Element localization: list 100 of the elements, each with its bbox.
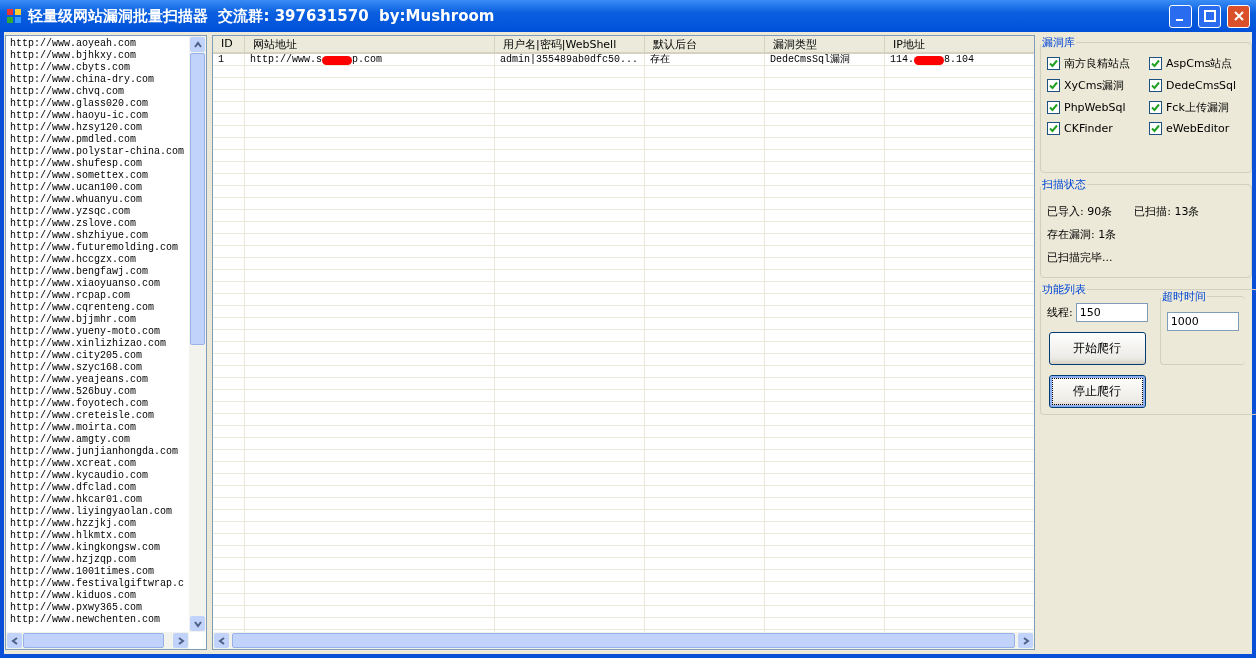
url-item[interactable]: http://www.kingkongsw.com [10, 542, 189, 554]
url-item[interactable]: http://www.rcpap.com [10, 290, 189, 302]
url-item[interactable]: http://www.whuanyu.com [10, 194, 189, 206]
url-item[interactable]: http://www.yueny-moto.com [10, 326, 189, 338]
checkbox[interactable] [1047, 101, 1060, 114]
url-item[interactable]: http://www.dfclad.com [10, 482, 189, 494]
url-item[interactable]: http://www.pxwy365.com [10, 602, 189, 614]
url-item[interactable]: http://www.chvq.com [10, 86, 189, 98]
url-item[interactable]: http://www.aoyeah.com [10, 38, 189, 50]
vertical-scrollbar[interactable] [189, 36, 206, 632]
url-item[interactable]: http://www.hkcar01.com [10, 494, 189, 506]
checkbox[interactable] [1047, 57, 1060, 70]
column-header[interactable]: 网站地址 [245, 36, 495, 54]
column-header[interactable]: 漏洞类型 [765, 36, 885, 54]
imported-count: 已导入: 90条 [1047, 204, 1113, 219]
url-item[interactable]: http://www.bjjmhr.com [10, 314, 189, 326]
url-item[interactable]: http://www.glass020.com [10, 98, 189, 110]
group-title: 扫描状态 [1041, 177, 1087, 192]
threads-label: 线程: [1047, 305, 1073, 320]
url-item[interactable]: http://www.hzjzqp.com [10, 554, 189, 566]
column-header[interactable]: ID [213, 36, 245, 54]
url-item[interactable]: http://www.hzsy120.com [10, 122, 189, 134]
url-item[interactable]: http://www.hlkmtx.com [10, 530, 189, 542]
status-message: 已扫描完毕... [1047, 250, 1114, 265]
checkbox-label: CKFinder [1064, 122, 1113, 135]
checkbox-label: DedeCmsSql [1166, 79, 1237, 92]
checkbox-label: eWebEditor [1166, 122, 1230, 135]
horizontal-scrollbar[interactable] [6, 632, 189, 649]
url-item[interactable]: http://www.kycaudio.com [10, 470, 189, 482]
url-item[interactable]: http://www.futuremolding.com [10, 242, 189, 254]
redaction-mark [914, 55, 944, 65]
threads-field[interactable]: 150 [1075, 303, 1148, 322]
chevron-icon [192, 39, 203, 50]
table-cell: admin|355489ab0dfc50... [495, 54, 645, 66]
column-header[interactable]: 默认后台 [645, 36, 765, 54]
url-item[interactable]: http://www.bjhkxy.com [10, 50, 189, 62]
url-item[interactable]: http://www.1001times.com [10, 566, 189, 578]
url-item[interactable]: http://www.yzsqc.com [10, 206, 189, 218]
column-header[interactable]: 用户名|密码|WebShell [495, 36, 645, 54]
url-item[interactable]: http://www.newchenten.com [10, 614, 189, 626]
checkbox[interactable] [1149, 57, 1162, 70]
url-item[interactable]: http://www.cqrenteng.com [10, 302, 189, 314]
checkbox-label: Fck上传漏洞 [1166, 100, 1229, 115]
table-cell: 114. 8.104 [885, 54, 1034, 66]
url-item[interactable]: http://www.xcreat.com [10, 458, 189, 470]
url-item[interactable]: http://www.ucan100.com [10, 182, 189, 194]
url-item[interactable]: http://www.szyc168.com [10, 362, 189, 374]
timeout-field[interactable]: 1000 [1166, 312, 1239, 331]
chevron-icon [216, 635, 227, 646]
stop-button[interactable]: 停止爬行 [1048, 375, 1146, 408]
url-item[interactable]: http://www.xinlizhizao.com [10, 338, 189, 350]
group-title: 功能列表 [1041, 282, 1087, 297]
checkbox-label: XyCms漏洞 [1064, 78, 1125, 93]
url-item[interactable]: http://www.bengfawj.com [10, 266, 189, 278]
group-title: 漏洞库 [1041, 35, 1076, 50]
maximize-icon [1203, 10, 1216, 22]
url-item[interactable]: http://www.cbyts.com [10, 62, 189, 74]
checkbox[interactable] [1149, 122, 1162, 135]
checkbox-label: 南方良精站点 [1064, 56, 1130, 71]
url-item[interactable]: http://www.somettex.com [10, 170, 189, 182]
column-header[interactable]: IP地址 [885, 36, 1034, 54]
start-button[interactable]: 开始爬行 [1048, 332, 1146, 365]
redaction-mark [322, 55, 352, 65]
url-item[interactable]: http://www.amgty.com [10, 434, 189, 446]
url-item[interactable]: http://www.junjianhongda.com [10, 446, 189, 458]
minimize-icon [1175, 19, 1183, 21]
url-item[interactable]: http://www.china-dry.com [10, 74, 189, 86]
horizontal-scrollbar[interactable] [213, 632, 1034, 649]
close-button[interactable] [1227, 4, 1250, 28]
url-item[interactable]: http://www.526buy.com [10, 386, 189, 398]
url-item[interactable]: http://www.shzhiyue.com [10, 230, 189, 242]
url-item[interactable]: http://www.city205.com [10, 350, 189, 362]
url-item[interactable]: http://www.yeajeans.com [10, 374, 189, 386]
table-cell: 1 [213, 54, 245, 66]
table-cell: 存在 [645, 54, 765, 66]
url-item[interactable]: http://www.festivalgiftwrap.c [10, 578, 189, 590]
vulnerable-count: 存在漏洞: 1条 [1047, 227, 1118, 242]
url-item[interactable]: http://www.moirta.com [10, 422, 189, 434]
url-item[interactable]: http://www.pmdled.com [10, 134, 189, 146]
close-icon [1232, 10, 1245, 22]
maximize-button[interactable] [1198, 4, 1221, 28]
url-item[interactable]: http://www.zslove.com [10, 218, 189, 230]
url-item[interactable]: http://www.liyingyaolan.com [10, 506, 189, 518]
url-item[interactable]: http://www.creteisle.com [10, 410, 189, 422]
checkbox[interactable] [1149, 79, 1162, 92]
group-title: 超时时间 [1160, 289, 1207, 304]
url-item[interactable]: http://www.shufesp.com [10, 158, 189, 170]
url-item[interactable]: http://www.foyotech.com [10, 398, 189, 410]
url-item[interactable]: http://www.hccgzx.com [10, 254, 189, 266]
url-item[interactable]: http://www.xiaoyuanso.com [10, 278, 189, 290]
scanned-count: 已扫描: 13条 [1134, 204, 1200, 219]
checkbox[interactable] [1047, 79, 1060, 92]
url-item[interactable]: http://www.kiduos.com [10, 590, 189, 602]
url-item[interactable]: http://www.hzzjkj.com [10, 518, 189, 530]
checkbox[interactable] [1149, 101, 1162, 114]
minimize-button[interactable] [1169, 4, 1192, 28]
url-item[interactable]: http://www.haoyu-ic.com [10, 110, 189, 122]
url-item[interactable]: http://www.polystar-china.com [10, 146, 189, 158]
app-icon [6, 8, 22, 24]
checkbox[interactable] [1047, 122, 1060, 135]
